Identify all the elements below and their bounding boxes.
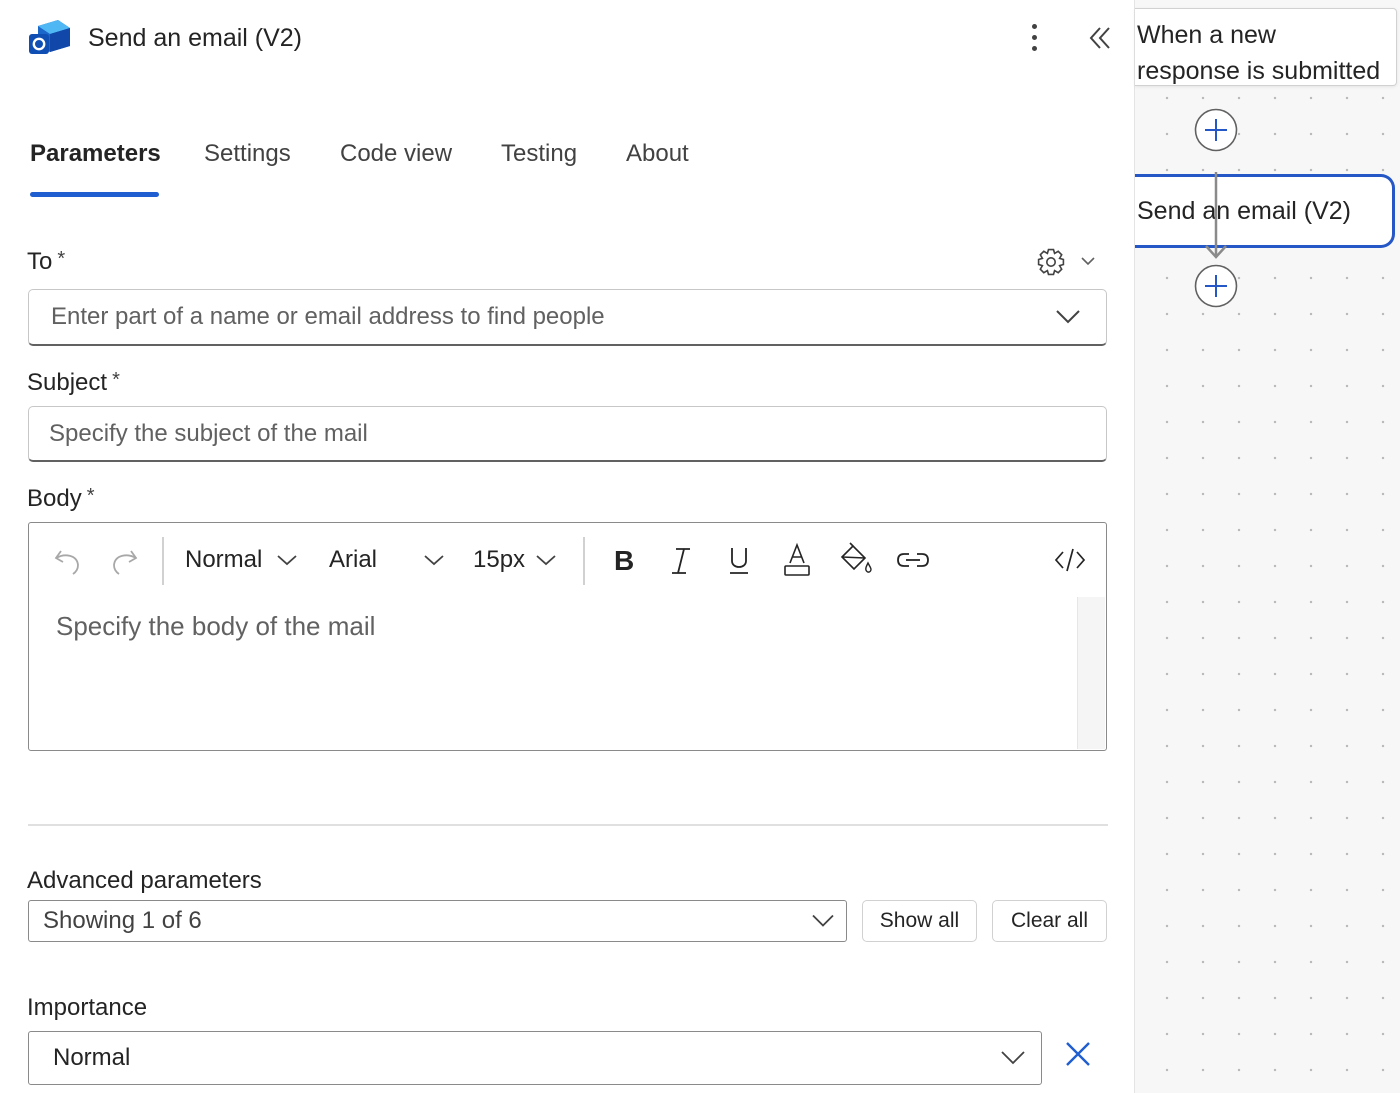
redo-icon[interactable] [107, 541, 141, 579]
show-all-button[interactable]: Show all [862, 900, 977, 942]
subject-label: Subject * [27, 369, 120, 396]
subject-field[interactable]: Specify the subject of the mail [28, 406, 1107, 462]
link-icon[interactable] [895, 541, 931, 579]
body-label: Body * [27, 485, 95, 512]
to-placeholder: Enter part of a name or email address to… [51, 303, 605, 330]
font-size-dropdown[interactable]: 15px [473, 541, 557, 579]
chevron-down-icon [812, 914, 834, 927]
to-field[interactable]: Enter part of a name or email address to… [28, 289, 1107, 346]
trigger-node-title-line1: When a new [1137, 21, 1276, 49]
action-details-panel: Send an email (V2) Parameters Settings C… [0, 0, 1134, 1093]
double-chevron-left-icon[interactable] [1082, 20, 1118, 56]
body-placeholder: Specify the body of the mail [56, 611, 376, 641]
importance-dropdown[interactable]: Normal [28, 1031, 1042, 1085]
editor-toolbar: Normal Arial 15px B [29, 523, 1106, 597]
gear-icon[interactable] [1034, 244, 1104, 280]
tab-testing[interactable]: Testing [501, 140, 577, 168]
remove-parameter-icon[interactable] [1064, 1040, 1092, 1068]
tab-code-view[interactable]: Code view [340, 140, 452, 168]
font-family-dropdown[interactable]: Arial [329, 541, 445, 579]
chevron-down-icon [536, 555, 556, 566]
chevron-down-icon[interactable] [1056, 310, 1080, 324]
importance-label: Importance [27, 994, 148, 1021]
more-options-button[interactable] [1018, 20, 1050, 56]
code-view-icon[interactable] [1053, 541, 1087, 579]
subject-placeholder: Specify the subject of the mail [49, 419, 368, 447]
advanced-parameters-label: Advanced parameters [27, 867, 262, 894]
chevron-down-icon [424, 555, 444, 566]
advanced-parameters-dropdown[interactable]: Showing 1 of 6 [28, 900, 847, 942]
importance-value: Normal [53, 1044, 131, 1071]
paragraph-style-dropdown[interactable]: Normal [185, 541, 298, 579]
section-divider [28, 824, 1108, 826]
chevron-down-icon [277, 555, 297, 566]
action-title: Send an email (V2) [88, 24, 303, 52]
outlook-icon [29, 20, 70, 54]
add-step-icon[interactable] [1194, 108, 1238, 152]
send-email-node[interactable]: Send an email (V2) [1135, 174, 1395, 248]
tab-parameters[interactable]: Parameters [30, 140, 161, 168]
clear-all-button[interactable]: Clear all [992, 900, 1107, 942]
trigger-node-title-line2: response is submitted [1137, 57, 1381, 85]
highlight-color-icon[interactable] [837, 541, 873, 579]
bold-icon[interactable]: B [609, 541, 641, 579]
to-label: To * [27, 248, 66, 275]
chevron-down-icon [1001, 1051, 1025, 1065]
add-step-icon[interactable] [1194, 264, 1238, 308]
font-color-icon[interactable] [781, 541, 813, 579]
flow-designer-canvas[interactable]: When a new response is submitted Send an… [1134, 0, 1400, 1093]
trigger-node[interactable]: When a new response is submitted [1135, 8, 1397, 86]
tab-about[interactable]: About [626, 140, 689, 168]
undo-icon[interactable] [51, 541, 85, 579]
panel-header: Send an email (V2) [0, 0, 1134, 80]
editor-scrollbar[interactable] [1077, 597, 1105, 749]
body-rich-text-editor[interactable]: Normal Arial 15px B Specify the body of … [28, 522, 1107, 751]
italic-icon[interactable] [665, 541, 697, 579]
svg-text:B: B [614, 545, 634, 576]
active-tab-indicator [30, 192, 159, 197]
advanced-parameters-value: Showing 1 of 6 [43, 907, 202, 934]
underline-icon[interactable] [723, 541, 755, 579]
tab-settings[interactable]: Settings [204, 140, 291, 168]
